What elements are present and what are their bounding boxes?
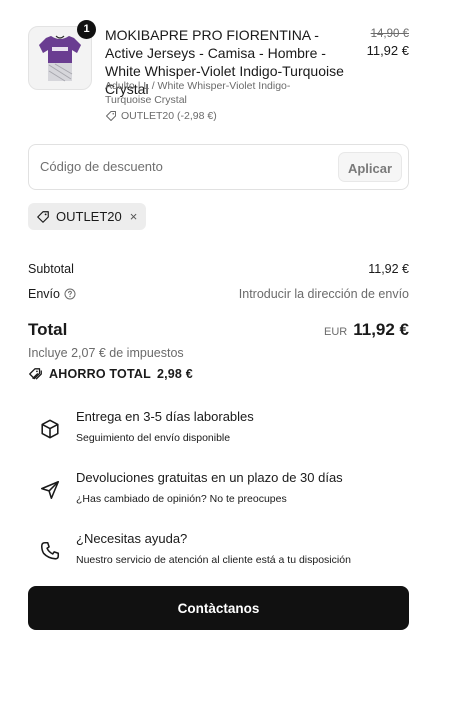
feature-delivery: Entrega en 3-5 días laborables Seguimien…	[28, 408, 409, 452]
send-icon	[40, 480, 60, 500]
subtotal-label: Subtotal	[28, 262, 74, 276]
remove-code-icon[interactable]: ×	[130, 209, 138, 224]
product-prices: 14,90 € 11,92 €	[367, 26, 409, 60]
shipping-row: Envío Introducir la dirección de envío	[28, 287, 409, 301]
subtotal-value: 11,92 €	[368, 262, 409, 276]
price-final: 11,92 €	[366, 43, 409, 58]
feature-subtitle: Nuestro servicio de atención al cliente …	[76, 554, 351, 566]
feature-subtitle: ¿Has cambiado de opinión? No te preocupe…	[76, 493, 287, 505]
feature-title: Entrega en 3-5 días laborables	[76, 409, 254, 424]
feature-title: Devoluciones gratuitas en un plazo de 30…	[76, 470, 343, 485]
product-variant: Adulto | L / White Whisper-Violet Indigo…	[105, 80, 291, 106]
discount-code-field: Aplicar	[28, 144, 409, 190]
box-icon	[41, 419, 59, 439]
total-row: Total EUR 11,92 €	[28, 320, 409, 340]
apply-discount-button[interactable]: Aplicar	[338, 152, 402, 182]
feature-title: ¿Necesitas ayuda?	[76, 531, 188, 546]
savings-tag-icon	[29, 368, 42, 380]
shipping-value: Introducir la dirección de envío	[238, 287, 409, 301]
feature-returns: Devoluciones gratuitas en un plazo de 30…	[28, 469, 409, 513]
product-discount-text: OUTLET20 (-2,98 €)	[121, 110, 217, 122]
total-label: Total	[28, 320, 68, 339]
total-value: 11,92 €	[353, 320, 409, 339]
shipping-label: Envío	[28, 287, 60, 301]
product-discount: OUTLET20 (-2,98 €)	[105, 109, 217, 123]
discount-code-input[interactable]	[30, 146, 330, 186]
contact-button[interactable]: Contàctanos	[28, 586, 409, 630]
jersey-thumbnail	[39, 35, 81, 82]
taxes-info: Incluye 2,07 € de impuestos	[28, 346, 184, 360]
savings-value: 2,98 €	[156, 367, 193, 381]
total-value-wrap: EUR 11,92 €	[324, 320, 409, 340]
applied-code-label: OUTLET20	[56, 209, 122, 224]
tag-icon	[106, 111, 116, 121]
shipping-label-wrap: Envío	[28, 287, 76, 301]
quantity-badge: 1	[77, 20, 96, 39]
cart-line-item: 1 MOKIBAPRE PRO FIORENTINA - Active Jers…	[28, 20, 409, 126]
total-savings: AHORRO TOTAL 2,98 €	[28, 367, 193, 381]
savings-label: AHORRO TOTAL	[49, 367, 151, 381]
feature-subtitle: Seguimiento del envío disponible	[76, 432, 231, 444]
feature-support: ¿Necesitas ayuda? Nuestro servicio de at…	[28, 530, 409, 574]
help-icon[interactable]	[64, 288, 76, 300]
price-original: 14,90 €	[370, 28, 409, 40]
currency-code: EUR	[323, 326, 348, 338]
tag-icon	[37, 210, 49, 223]
phone-icon	[40, 541, 60, 560]
applied-discount-chip: OUTLET20 ×	[28, 203, 147, 230]
subtotal-row: Subtotal 11,92 €	[28, 262, 409, 276]
